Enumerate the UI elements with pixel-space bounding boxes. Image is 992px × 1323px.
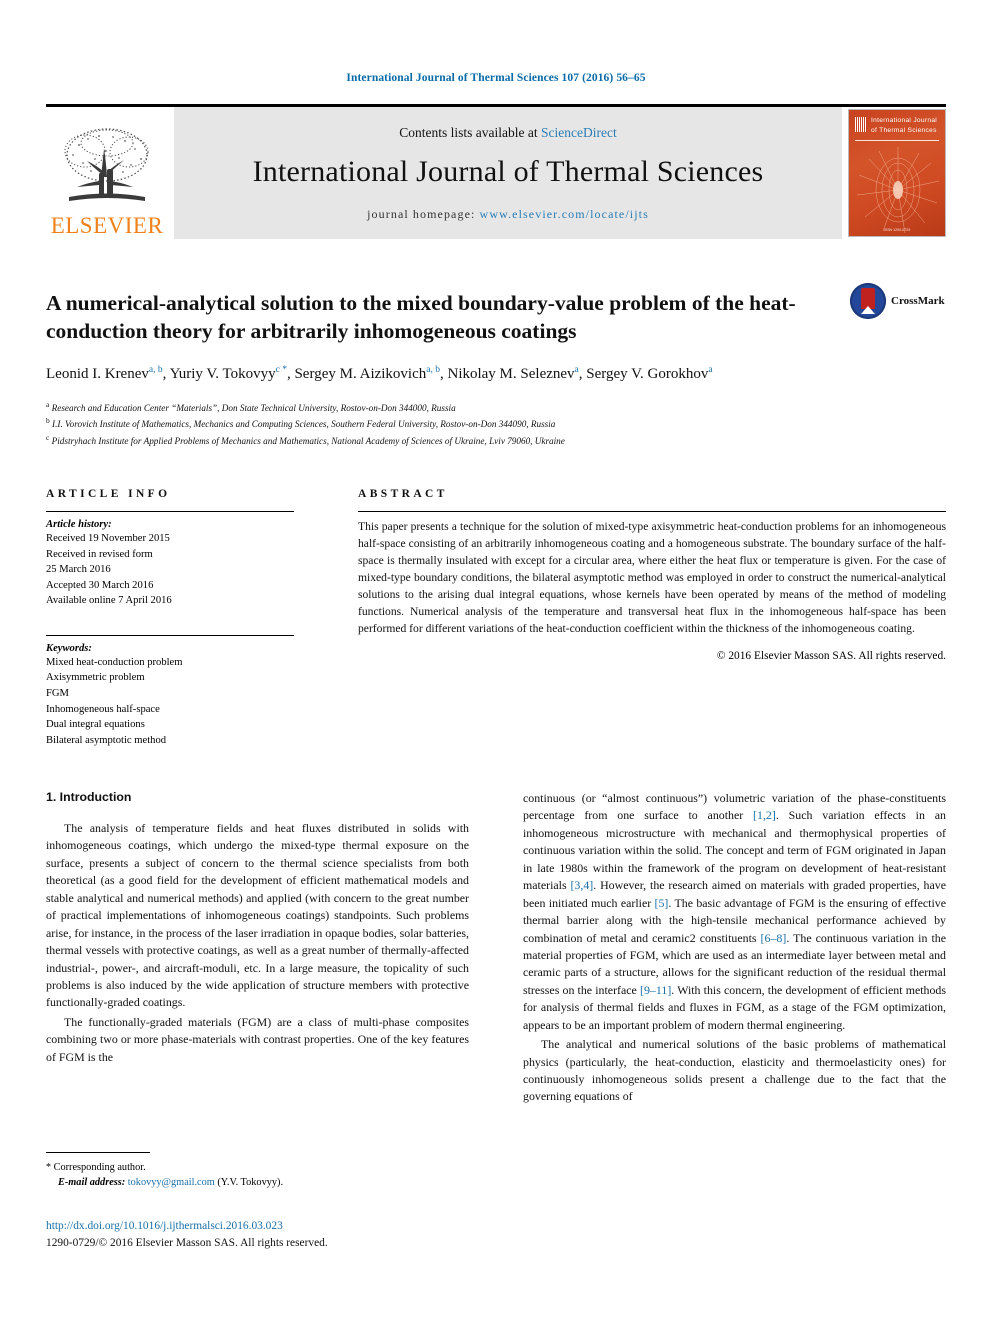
running-head: International Journal of Thermal Science… <box>346 72 646 84</box>
cover-footer: ISSN 1290-0729 <box>883 228 911 232</box>
elsevier-wordmark: ELSEVIER <box>50 213 164 238</box>
body-paragraph: The analysis of temperature fields and h… <box>46 821 469 1010</box>
journal-cover-thumbnail: International Journal of Thermal Science… <box>848 109 946 237</box>
keywords-block: Keywords: Mixed heat-conduction problem A… <box>46 634 294 748</box>
corresponding-author-footnote: * Corresponding author. E-mail address: … <box>46 1152 469 1191</box>
article-info-heading: ARTICLE INFO <box>46 488 171 500</box>
author-affiliation-marker: a, b <box>148 365 163 376</box>
keywords-rule <box>46 634 294 636</box>
homepage-label: journal homepage: <box>367 206 480 221</box>
keyword-item: Dual integral equations <box>46 719 145 731</box>
paper-first-page: International Journal of Thermal Science… <box>0 0 992 1323</box>
homepage-url-link[interactable]: www.elsevier.com/locate/ijts <box>480 207 649 221</box>
affiliation: a Research and Education Center “Materia… <box>46 399 456 413</box>
article-history-item: Accepted 30 March 2016 <box>46 579 154 591</box>
abstract-column: ABSTRACT This paper presents a technique… <box>358 488 946 748</box>
email-label: E-mail address: <box>58 1177 126 1189</box>
article-history-item: Received in revised form <box>46 548 153 560</box>
body-right-column: continuous (or “almost continuous”) volu… <box>523 790 946 1108</box>
info-abstract-block: ARTICLE INFO Article history: Received 1… <box>46 488 946 748</box>
citation-link[interactable]: [9–11] <box>640 983 671 997</box>
keyword-item: Inhomogeneous half-space <box>46 703 160 715</box>
corresponding-author-text: Corresponding author. <box>53 1162 146 1173</box>
citation-link[interactable]: [1,2] <box>753 808 776 822</box>
author-affiliation-marker: a, b <box>426 365 440 376</box>
affiliation-list: a Research and Education Center “Materia… <box>46 399 946 450</box>
doi-link[interactable]: http://dx.doi.org/10.1016/j.ijthermalsci… <box>46 1218 546 1235</box>
author-affiliation-marker: a <box>574 365 579 376</box>
body-paragraph: continuous (or “almost continuous”) volu… <box>523 791 947 1032</box>
article-history-label: Article history: <box>46 519 112 530</box>
cover-header: International Journal of Thermal Science… <box>849 110 945 135</box>
crossmark-label: CrossMark <box>891 295 945 307</box>
masthead-center: Contents lists available at ScienceDirec… <box>174 107 842 239</box>
abstract-copyright: © 2016 Elsevier Masson SAS. All rights r… <box>716 650 946 663</box>
citation-link[interactable]: [3,4] <box>570 878 593 892</box>
keyword-item: FGM <box>46 687 69 699</box>
email-owner: (Y.V. Tokovyy). <box>217 1177 284 1189</box>
page-title: A numerical-analytical solution to the m… <box>46 291 796 344</box>
article-history-item: Received 19 November 2015 <box>46 533 170 544</box>
email-link[interactable]: tokovyy@gmail.com <box>128 1177 215 1188</box>
elsevier-tree-icon <box>55 125 159 213</box>
crossmark-icon <box>850 283 886 319</box>
section-title-introduction: 1. Introduction <box>46 790 132 804</box>
cover-title: International Journal of Thermal Science… <box>871 117 938 134</box>
article-history-item: Available online 7 April 2016 <box>46 595 172 607</box>
keywords-lines: Mixed heat-conduction problem Axisymmetri… <box>46 655 294 748</box>
article-history-lines: Received 19 November 2015 Received in rev… <box>46 531 294 609</box>
issn-copyright-line: 1290-0729/© 2016 Elsevier Masson SAS. Al… <box>46 1237 328 1250</box>
footnote-rule <box>46 1152 150 1153</box>
keyword-item: Bilateral asymptotic method <box>46 734 167 746</box>
journal-homepage-line: journal homepage: www.elsevier.com/locat… <box>367 207 649 222</box>
email-line: E-mail address: tokovyy@gmail.com (Y.V. … <box>46 1175 469 1190</box>
body-left-column: 1. Introduction The analysis of temperat… <box>46 790 469 1108</box>
journal-masthead: ELSEVIER Contents lists available at Sci… <box>46 104 946 239</box>
citation-link[interactable]: [5] <box>655 896 669 910</box>
cover-divider <box>855 140 939 142</box>
keyword-item: Axisymmetric problem <box>46 672 145 684</box>
keyword-item: Mixed heat-conduction problem <box>46 656 183 668</box>
journal-title: International Journal of Thermal Science… <box>252 154 764 188</box>
corresponding-author-line: * Corresponding author. <box>46 1160 469 1175</box>
abstract-text: This paper presents a technique for the … <box>358 520 946 635</box>
author-affiliation-marker: a <box>708 365 713 376</box>
abstract-rule <box>358 511 946 512</box>
page-footer: http://dx.doi.org/10.1016/j.ijthermalsci… <box>46 1218 546 1252</box>
author-name: Yuriy V. Tokovyy <box>169 366 276 383</box>
keywords-label: Keywords: <box>46 642 92 654</box>
author-list: Leonid I. Kreneva, b, Yuriy V. Tokovyyc … <box>46 365 713 383</box>
right-paragraphs: continuous (or “almost continuous”) volu… <box>523 790 946 1106</box>
body-paragraph: The functionally-graded materials (FGM) … <box>46 1014 469 1064</box>
contents-prefix: Contents lists available at <box>399 124 541 140</box>
author-name: Nikolay M. Seleznev <box>447 366 575 383</box>
body-columns: 1. Introduction The analysis of temperat… <box>46 790 946 1108</box>
title-block: CrossMark A numerical-analytical solutio… <box>46 276 946 449</box>
footnote-star-marker: * <box>46 1162 51 1173</box>
journal-emblem-icon <box>854 117 867 132</box>
affiliation: c Pidstryhach Institute for Applied Prob… <box>46 433 565 447</box>
author-affiliation-marker: c * <box>275 365 287 376</box>
body-paragraph: The analytical and numerical solutions o… <box>523 1037 946 1104</box>
sciencedirect-link[interactable]: ScienceDirect <box>541 125 617 140</box>
author-name: Sergey M. Aizikovich <box>294 366 427 383</box>
left-paragraphs: The analysis of temperature fields and h… <box>46 820 469 1066</box>
article-history-item: 25 March 2016 <box>46 564 111 576</box>
affiliation: b I.I. Vorovich Institute of Mathematics… <box>46 416 556 430</box>
article-info-rule <box>46 511 294 512</box>
author-name: Leonid I. Krenev <box>46 366 149 383</box>
crossmark-badge[interactable]: CrossMark <box>850 280 946 322</box>
cover-artwork <box>856 147 940 234</box>
citation-link[interactable]: [6–8] <box>761 931 787 945</box>
elsevier-logo: ELSEVIER <box>46 107 168 239</box>
article-info-column: ARTICLE INFO Article history: Received 1… <box>46 488 294 748</box>
author-name: Sergey V. Gorokhov <box>586 366 709 383</box>
abstract-heading: ABSTRACT <box>358 488 448 500</box>
contents-line: Contents lists available at ScienceDirec… <box>399 125 616 141</box>
